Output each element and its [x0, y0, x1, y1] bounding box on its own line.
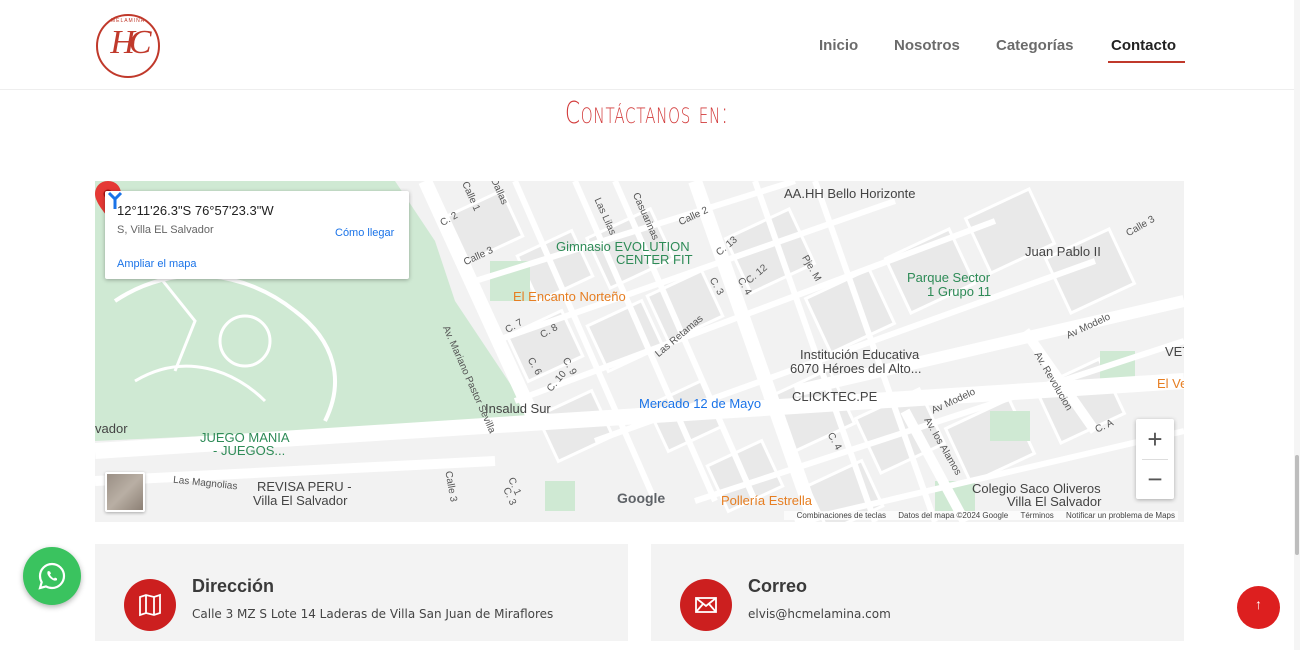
map-place-revisa-peru: REVISA PERU -: [257, 479, 352, 494]
map-place-encanto: El Encanto Norteño: [513, 289, 626, 304]
main-nav: Inicio Nosotros Categorías Contacto: [0, 37, 1294, 67]
arrow-up-icon: ↑: [1255, 596, 1262, 612]
map-place-bello-horizonte: AA.HH Bello Horizonte: [784, 186, 916, 201]
map-place-institucion: Institución Educativa: [800, 347, 920, 362]
address-text: Calle 3 MZ S Lote 14 Laderas de Villa Sa…: [192, 607, 554, 621]
active-nav-underline: [1108, 61, 1185, 63]
google-logo: Google: [617, 490, 666, 506]
whatsapp-button[interactable]: [23, 547, 81, 605]
map-place-insalud: Insalud Sur: [485, 401, 551, 416]
map-place-el-ve: El Ve: [1157, 376, 1184, 391]
zoom-in-button[interactable]: +: [1136, 419, 1174, 459]
site-header: MELAMINA HC Inicio Nosotros Categorías C…: [0, 0, 1294, 90]
map-icon: [124, 579, 176, 631]
map-satellite-toggle[interactable]: [105, 472, 145, 512]
embedded-map[interactable]: AA.HH Bello Horizonte Gimnasio EVOLUTION…: [95, 181, 1184, 522]
map-place-gimnasio-2: CENTER FIT: [616, 252, 693, 267]
directions-icon[interactable]: [105, 191, 125, 211]
page: MELAMINA HC Inicio Nosotros Categorías C…: [0, 0, 1300, 650]
map-place-parque-2: 1 Grupo 11: [927, 284, 992, 299]
email-card: Correo elvis@hcmelamina.com: [651, 544, 1184, 641]
back-to-top-button[interactable]: ↑: [1237, 586, 1280, 629]
map-place-colegio-2: Villa El Salvador: [1007, 494, 1102, 509]
map-place-vet: VET: [1165, 344, 1184, 359]
map-zoom-control: + −: [1136, 419, 1174, 499]
attrib-terms[interactable]: Términos: [1020, 511, 1053, 520]
expand-map-link[interactable]: Ampliar el mapa: [117, 258, 196, 270]
map-coordinates: 12°11'26.3"S 76°57'23.3"W: [117, 203, 274, 218]
map-info-card: 12°11'26.3"S 76°57'23.3"W S, Villa EL Sa…: [105, 191, 409, 279]
map-place-revisa-peru-2: Villa El Salvador: [253, 493, 348, 508]
nav-categorias[interactable]: Categorías: [996, 37, 1074, 54]
attrib-data: Datos del mapa ©2024 Google: [898, 511, 1009, 520]
map-attribution: Combinaciones de teclas Datos del mapa ©…: [783, 511, 1178, 520]
map-place-institucion-2: 6070 Héroes del Alto...: [790, 361, 922, 376]
zoom-out-button[interactable]: −: [1136, 459, 1174, 499]
address-card: Dirección Calle 3 MZ S Lote 14 Laderas d…: [95, 544, 628, 641]
map-place-mercado: Mercado 12 de Mayo: [639, 396, 762, 411]
email-title: Correo: [748, 576, 808, 596]
address-title: Dirección: [192, 576, 275, 596]
directions-link[interactable]: Cómo llegar: [335, 227, 394, 239]
map-place-parque: Parque Sector: [907, 270, 991, 285]
zoom-divider: [1142, 459, 1168, 460]
scrollbar-thumb[interactable]: [1295, 455, 1299, 555]
map-place-juego-mania-2: - JUEGOS...: [213, 443, 286, 458]
nav-inicio[interactable]: Inicio: [819, 37, 858, 54]
attrib-shortcuts[interactable]: Combinaciones de teclas: [797, 511, 886, 520]
email-text[interactable]: elvis@hcmelamina.com: [748, 607, 891, 621]
map-place-juan-pablo: Juan Pablo II: [1025, 244, 1101, 259]
page-scrollbar[interactable]: [1294, 0, 1300, 650]
map-place-clicktec: CLICKTEC.PE: [792, 389, 878, 404]
page-title: Contáctanos en:: [564, 96, 730, 131]
nav-contacto[interactable]: Contacto: [1111, 37, 1176, 54]
envelope-icon: [680, 579, 732, 631]
map-place-vador: vador: [95, 421, 128, 436]
nav-nosotros[interactable]: Nosotros: [894, 37, 960, 54]
map-place-polleria: Pollería Estrella: [721, 493, 813, 508]
whatsapp-icon: [38, 562, 66, 590]
map-address: S, Villa EL Salvador: [117, 224, 214, 236]
attrib-report[interactable]: Notificar un problema de Maps: [1066, 511, 1175, 520]
